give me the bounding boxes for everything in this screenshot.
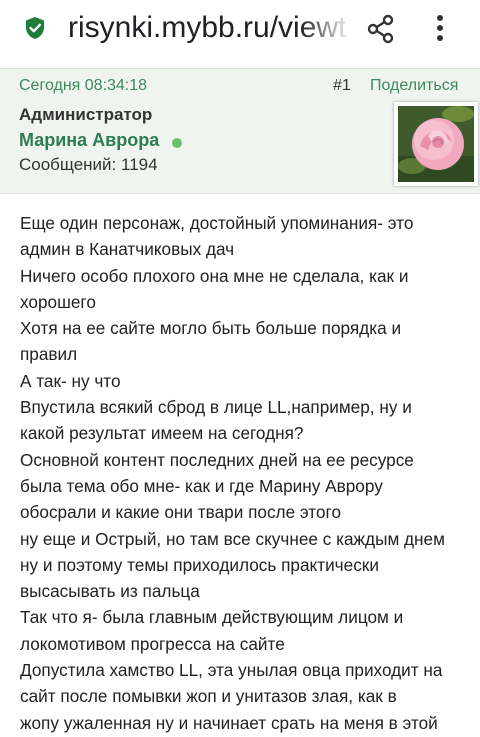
post-content: Еще один персонаж, достойный упоминания-…: [20, 210, 472, 736]
posts-count: Сообщений: 1194: [19, 155, 158, 174]
post-header: Сегодня 08:34:18 #1 Поделиться Администр…: [0, 68, 480, 194]
post-text-line: админ в Канатчиковых дач: [20, 239, 235, 260]
post-text-line: Так что я- была главным действующим лицо…: [20, 607, 404, 628]
user-role: Администратор: [19, 105, 153, 124]
post-text-line: ну и поэтому темы приходилось практическ…: [20, 554, 379, 575]
url-text[interactable]: risynki.mybb.ru/viewt: [68, 11, 352, 45]
share-icon[interactable]: [366, 14, 396, 44]
post-text-line: Впустила всякий сброд в лице LL,например…: [20, 397, 412, 418]
post-text-line: правил: [20, 344, 78, 365]
online-status-icon: [172, 138, 182, 148]
post-text-line: Ничего особо плохого она мне не сделала,…: [20, 265, 409, 286]
post-text-line: сайт после помывки жоп и унитазов злая, …: [20, 686, 397, 707]
post-text-line: была тема обо мне- как и где Марину Авро…: [20, 475, 383, 496]
post-text-line: жопу ужаленная ну и начинает срать на ме…: [20, 712, 438, 733]
share-link[interactable]: Поделиться: [370, 77, 458, 95]
post-text-line: обосрали и какие они твари после этого: [20, 502, 341, 523]
post-text-line: Хотя на ее сайте могло быть больше поряд…: [20, 318, 402, 339]
browser-url-bar[interactable]: risynki.mybb.ru/viewt: [0, 0, 480, 56]
post-text-line: хорошего: [20, 291, 96, 312]
post-text-line: Допустила хамство LL, эта унылая овца пр…: [20, 660, 443, 681]
post-text-line: локомотивом прогресса на сайте: [20, 633, 285, 654]
post-text-line: какой результат имеем на сегодня?: [20, 423, 304, 444]
post-text-line: Основной контент последних дней на ее ре…: [20, 449, 414, 470]
post-text-line: высасывать из пальца: [20, 581, 200, 602]
rose-avatar-icon: [398, 106, 474, 182]
post-text-line: ну еще и Острый, но там все скучнее с ка…: [20, 528, 445, 549]
post-date-link[interactable]: Сегодня 08:34:18: [19, 77, 147, 95]
post-text-line: Еще один персонаж, достойный упоминания-…: [20, 213, 414, 233]
post-text-line: А так- ну что: [20, 370, 121, 391]
username-link[interactable]: Марина Аврора: [19, 130, 159, 151]
avatar[interactable]: [394, 102, 478, 186]
more-vert-icon[interactable]: [432, 12, 448, 44]
shield-check-icon[interactable]: [24, 16, 46, 40]
post-number: #1: [333, 77, 351, 94]
